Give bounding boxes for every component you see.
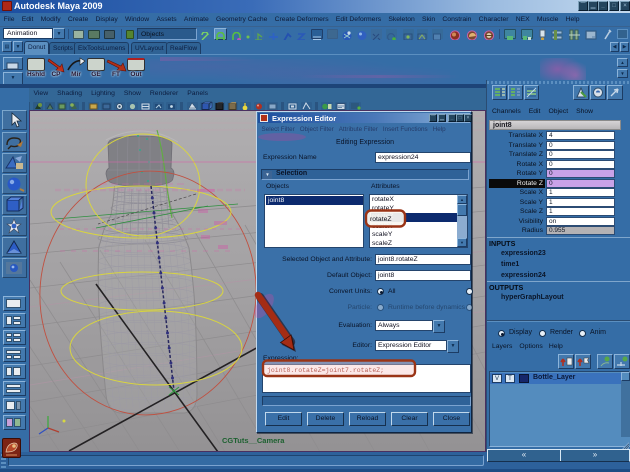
svg-text:CGTuts__Camera: CGTuts__Camera xyxy=(222,436,285,445)
